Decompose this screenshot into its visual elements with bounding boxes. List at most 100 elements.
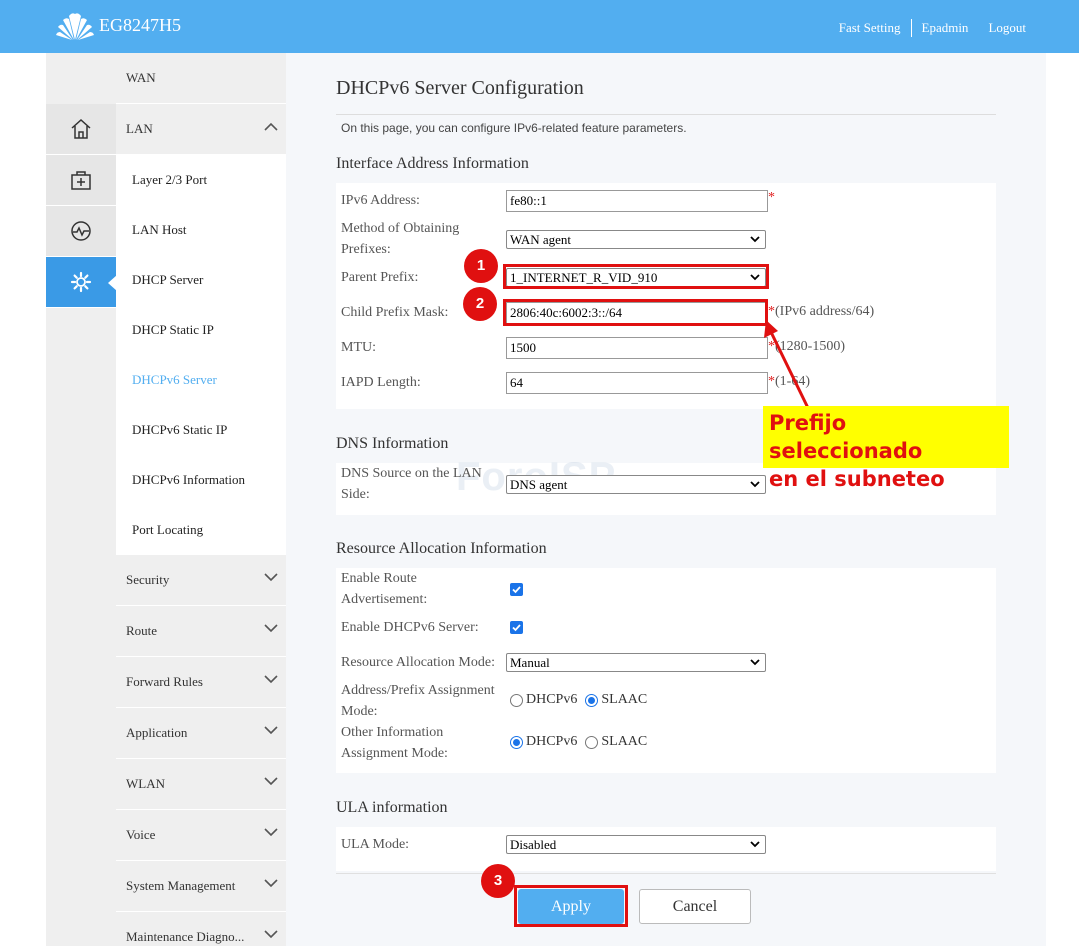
sidebar-item-dhcpv6-static-ip[interactable]: DHCPv6 Static IP — [116, 405, 286, 455]
dns-source-label: DNS Source on the LAN Side: — [341, 466, 482, 502]
route-adv-checkbox[interactable] — [510, 583, 523, 596]
dhcpv6-enable-label: Enable DHCPv6 Server: — [341, 620, 479, 635]
other-mode-dhcpv6-radio[interactable] — [510, 735, 523, 749]
ula-section-title: ULA information — [336, 799, 448, 816]
sidebar-menu: WAN LAN Layer 2/3 Port LAN Host DHCP Ser… — [116, 53, 286, 946]
sidebar-item-security[interactable]: Security — [116, 555, 286, 606]
route-adv-label: Enable Route Advertisement: — [341, 571, 428, 607]
other-info-mode-group: DHCPv6 SLAAC — [510, 734, 647, 750]
sidebar-item-port-locating[interactable]: Port Locating — [116, 505, 286, 555]
dns-source-select[interactable]: DNS agent — [506, 475, 766, 494]
ipv6-address-input[interactable]: fe80::1 — [506, 190, 768, 212]
sidebar-item-label: WLAN — [126, 776, 165, 791]
radio-label: SLAAC — [601, 692, 648, 707]
sidebar-item-lan[interactable]: LAN — [116, 104, 286, 155]
callout-line-2: en el subneteo — [769, 467, 945, 491]
radio-label: DHCPv6 — [526, 734, 578, 749]
sidebar-item-maintenance-diagnosis[interactable]: Maintenance Diagno... — [116, 912, 286, 946]
allocation-mode-select[interactable]: Manual — [506, 653, 766, 672]
radio-label: SLAAC — [601, 734, 648, 749]
chevron-down-icon — [750, 236, 760, 243]
sidebar-item-wan[interactable]: WAN — [116, 53, 286, 104]
dns-source-value: DNS agent — [510, 477, 568, 492]
sidebar-item-dhcpv6-information[interactable]: DHCPv6 Information — [116, 455, 286, 505]
pulse-icon — [71, 221, 91, 241]
sidebar-item-dhcpv6-server[interactable]: DHCPv6 Server — [116, 355, 286, 405]
user-link[interactable]: Epadmin — [912, 20, 979, 36]
addr-assign-mode-label: Address/Prefix Assignment Mode: — [341, 683, 495, 719]
chevron-down-icon — [750, 841, 760, 848]
sidebar-item-label: Voice — [126, 827, 156, 842]
chevron-up-icon — [264, 122, 278, 131]
other-info-mode-label: Other Information Assignment Mode: — [341, 725, 448, 761]
sidebar-item-label: DHCPv6 Static IP — [132, 422, 228, 437]
ula-mode-value: Disabled — [510, 837, 557, 852]
sidebar-item-label: Maintenance Diagno... — [126, 929, 245, 944]
product-name: EG8247H5 — [99, 15, 181, 35]
sidebar-item-dhcp-static-ip[interactable]: DHCP Static IP — [116, 305, 286, 355]
sidebar-item-route[interactable]: Route — [116, 606, 286, 657]
chevron-down-icon — [264, 930, 278, 939]
iapd-label: IAPD Length: — [341, 375, 421, 390]
addr-assign-mode-group: DHCPv6 SLAAC — [510, 692, 647, 708]
ipv6-address-label: IPv6 Address: — [341, 193, 420, 208]
huawei-logo — [56, 13, 94, 41]
radio-label: DHCPv6 — [526, 692, 578, 707]
sidebar-item-system-management[interactable]: System Management — [116, 861, 286, 912]
callout-line-1: Prefijo seleccionado — [769, 411, 923, 463]
page-description: On this page, you can configure IPv6-rel… — [341, 121, 687, 135]
logout-link[interactable]: Logout — [978, 20, 1036, 36]
sidebar-item-label: DHCP Static IP — [132, 322, 214, 337]
medkit-icon — [71, 171, 91, 190]
required-mark: * — [768, 304, 775, 319]
dns-section-title: DNS Information — [336, 435, 449, 452]
home-button[interactable] — [46, 104, 116, 155]
allocation-mode-label: Resource Allocation Mode: — [341, 655, 495, 670]
allocation-mode-value: Manual — [510, 655, 550, 670]
method-prefix-select[interactable]: WAN agent — [506, 230, 766, 249]
chevron-down-icon — [264, 675, 278, 684]
sidebar-item-label: WAN — [126, 70, 156, 85]
highlight-child-prefix — [503, 299, 768, 326]
sidebar-item-lan-host[interactable]: LAN Host — [116, 205, 286, 255]
dhcpv6-enable-checkbox[interactable] — [510, 621, 523, 634]
highlight-parent-prefix — [503, 264, 769, 289]
chevron-down-icon — [750, 481, 760, 488]
check-icon — [512, 624, 521, 632]
annotation-arrow — [764, 320, 810, 409]
maintenance-button[interactable] — [46, 155, 116, 206]
addr-mode-slaac-radio[interactable] — [585, 693, 599, 707]
title-divider — [336, 114, 996, 115]
sidebar-item-wlan[interactable]: WLAN — [116, 759, 286, 810]
sidebar-item-label: LAN Host — [132, 222, 187, 237]
sidebar-item-label: Security — [126, 572, 170, 587]
fast-setting-link[interactable]: Fast Setting — [829, 20, 911, 36]
parent-prefix-label: Parent Prefix: — [341, 270, 419, 285]
iapd-input[interactable]: 64 — [506, 372, 768, 394]
sidebar-item-layer23-port[interactable]: Layer 2/3 Port — [116, 155, 286, 205]
mtu-input[interactable]: 1500 — [506, 337, 768, 359]
addr-mode-dhcpv6-radio[interactable] — [510, 693, 523, 707]
chevron-down-icon — [264, 828, 278, 837]
cancel-button[interactable]: Cancel — [639, 889, 751, 924]
ula-mode-label: ULA Mode: — [341, 837, 410, 852]
other-mode-slaac-radio[interactable] — [585, 735, 599, 749]
sidebar-item-label: Forward Rules — [126, 674, 203, 689]
chevron-down-icon — [264, 624, 278, 633]
mtu-label: MTU: — [341, 340, 376, 355]
sidebar-item-voice[interactable]: Voice — [116, 810, 286, 861]
sidebar-item-label: DHCPv6 Server — [132, 372, 217, 387]
sidebar-item-forward-rules[interactable]: Forward Rules — [116, 657, 286, 708]
child-prefix-hint-text: (IPv6 address/64) — [775, 304, 875, 319]
advanced-settings-button[interactable] — [46, 257, 117, 308]
interface-section-title: Interface Address Information — [336, 155, 529, 172]
sidebar-item-dhcp-server[interactable]: DHCP Server — [116, 255, 286, 305]
page-title: DHCPv6 Server Configuration — [336, 77, 584, 99]
status-button[interactable] — [46, 206, 116, 257]
gear-icon — [70, 271, 92, 293]
ula-mode-select[interactable]: Disabled — [506, 835, 766, 854]
sidebar-item-label: LAN — [126, 121, 153, 136]
highlight-apply — [514, 885, 628, 927]
sidebar-item-label: DHCPv6 Information — [132, 472, 246, 487]
sidebar-item-application[interactable]: Application — [116, 708, 286, 759]
